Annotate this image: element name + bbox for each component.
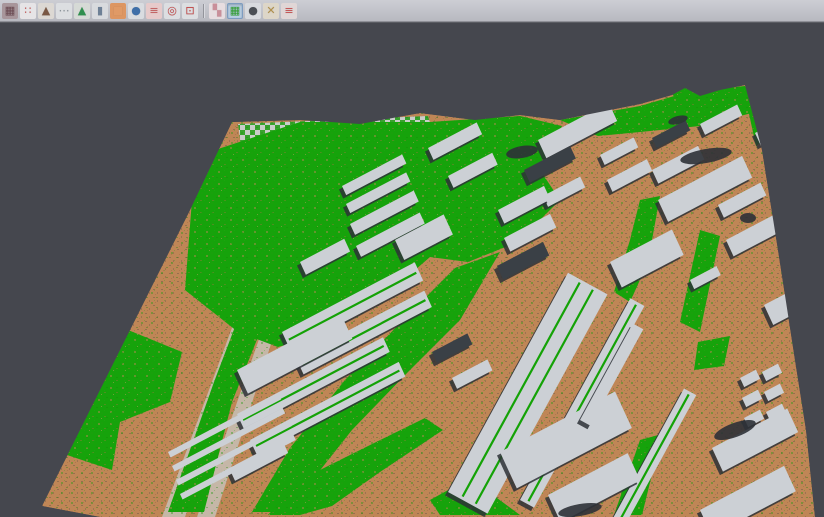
application-window: ▦∷▲⋯▲▮■●≡◎⊡▚▦●✕≡ — [0, 0, 824, 517]
target-icon[interactable]: ◎ — [164, 3, 180, 19]
shadow-patch — [740, 213, 756, 223]
globe-icon[interactable]: ● — [128, 3, 144, 19]
dataset-icon[interactable]: ▦ — [2, 3, 18, 19]
colored-points-icon[interactable]: ∷ — [20, 3, 36, 19]
selection-icon[interactable]: ⊡ — [182, 3, 198, 19]
point-cloud-scene[interactable] — [0, 0, 824, 517]
texture-icon[interactable]: ▚ — [209, 3, 225, 19]
main-toolbar: ▦∷▲⋯▲▮■●≡◎⊡▚▦●✕≡ — [0, 0, 824, 22]
points-icon[interactable]: ⋯ — [56, 3, 72, 19]
point-cloud — [0, 0, 824, 517]
toolbar-separator — [203, 4, 204, 18]
histogram-icon[interactable]: ≡ — [281, 3, 297, 19]
viewport-3d[interactable] — [0, 0, 824, 517]
section-icon[interactable]: ▮ — [92, 3, 108, 19]
classification-icon[interactable]: ▦ — [227, 3, 243, 19]
terrain-icon[interactable]: ▲ — [38, 3, 54, 19]
sphere-icon[interactable]: ● — [245, 3, 261, 19]
vegetation-icon[interactable]: ▲ — [74, 3, 90, 19]
axes-icon[interactable]: ✕ — [263, 3, 279, 19]
orthophoto-icon[interactable]: ■ — [110, 3, 126, 19]
profile-icon[interactable]: ≡ — [146, 3, 162, 19]
